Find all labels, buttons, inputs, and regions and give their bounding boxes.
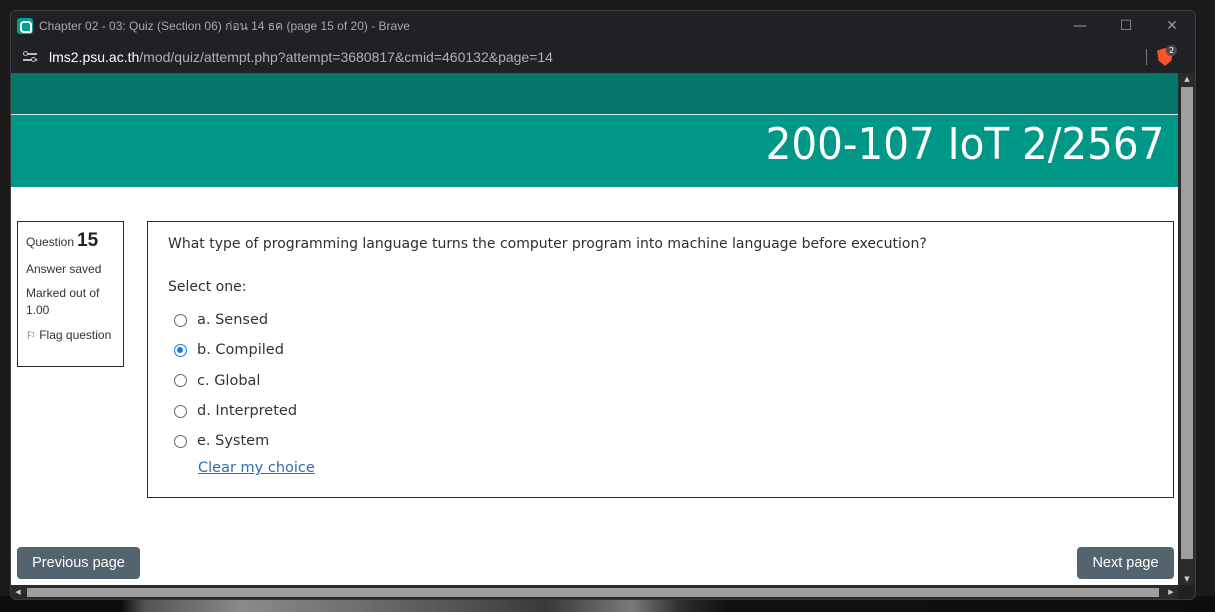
- site-settings-icon[interactable]: [23, 50, 37, 64]
- close-button[interactable]: ✕: [1149, 11, 1195, 41]
- radio-e[interactable]: [174, 434, 187, 448]
- page-viewport: 200-107 IoT 2/2567 Question 15 Answer sa…: [11, 73, 1178, 585]
- flag-label: Flag question: [39, 328, 112, 342]
- question-text: What type of programming language turns …: [168, 236, 927, 252]
- question-state: Answer saved: [26, 262, 102, 276]
- answer-option-c[interactable]: c. Global: [174, 366, 297, 396]
- flag-question-toggle[interactable]: ⚐ Flag question: [26, 327, 115, 345]
- page-header: 200-107 IoT 2/2567: [11, 115, 1178, 187]
- app-icon: [17, 18, 33, 34]
- title-bar: Chapter 02 - 03: Quiz (Section 06) ก่อน …: [11, 11, 1195, 41]
- answer-label[interactable]: d. Interpreted: [197, 403, 297, 419]
- answer-option-d[interactable]: d. Interpreted: [174, 396, 297, 426]
- question-number-line: Question 15: [26, 230, 115, 252]
- answer-list: a. Sensed b. Compiled c. Global d. Inter…: [174, 305, 297, 456]
- question-info-panel: Question 15 Answer saved Marked out of 1…: [17, 221, 124, 367]
- browser-window: Chapter 02 - 03: Quiz (Section 06) ก่อน …: [10, 10, 1196, 600]
- address-bar[interactable]: lms2.psu.ac.th/mod/quiz/attempt.php?atte…: [11, 41, 1195, 72]
- vertical-scrollbar[interactable]: ▲ ▼: [1178, 73, 1195, 585]
- clear-choice-link[interactable]: Clear my choice: [198, 460, 315, 476]
- minimize-button[interactable]: —: [1057, 11, 1103, 41]
- window-controls: — ☐ ✕: [1057, 11, 1195, 41]
- radio-d[interactable]: [174, 404, 187, 418]
- answer-label[interactable]: c. Global: [197, 373, 260, 389]
- next-page-button[interactable]: Next page: [1077, 547, 1174, 579]
- flag-icon: ⚐: [26, 330, 36, 342]
- previous-page-button[interactable]: Previous page: [17, 547, 140, 579]
- vertical-scroll-thumb[interactable]: [1181, 87, 1193, 559]
- window-title: Chapter 02 - 03: Quiz (Section 06) ก่อน …: [39, 18, 410, 33]
- question-label: Question: [26, 235, 75, 249]
- answer-prompt: Select one:: [168, 279, 247, 295]
- shields-count-badge: 2: [1166, 45, 1177, 56]
- course-title: 200-107 IoT 2/2567: [765, 119, 1164, 170]
- radio-c[interactable]: [174, 374, 187, 388]
- scroll-down-arrow-icon[interactable]: ▼: [1178, 573, 1195, 585]
- answer-option-b[interactable]: b. Compiled: [174, 335, 297, 365]
- url-host: lms2.psu.ac.th: [49, 48, 140, 65]
- question-content: What type of programming language turns …: [147, 221, 1174, 498]
- answer-label[interactable]: b. Compiled: [197, 342, 284, 358]
- scroll-up-arrow-icon[interactable]: ▲: [1178, 73, 1195, 85]
- radio-a[interactable]: [174, 313, 187, 327]
- answer-option-e[interactable]: e. System: [174, 426, 297, 456]
- horizontal-scrollbar[interactable]: ◀ ▶: [11, 585, 1178, 599]
- scroll-left-arrow-icon[interactable]: ◀: [11, 585, 25, 599]
- question-grade: Marked out of 1.00: [26, 286, 100, 317]
- maximize-button[interactable]: ☐: [1103, 11, 1149, 41]
- address-divider: [1146, 49, 1147, 65]
- question-number: 15: [77, 230, 99, 251]
- url-path: /mod/quiz/attempt.php?attempt=3680817&cm…: [139, 48, 553, 65]
- url-field[interactable]: lms2.psu.ac.th/mod/quiz/attempt.php?atte…: [49, 49, 553, 65]
- radio-b[interactable]: [174, 343, 187, 357]
- answer-label[interactable]: a. Sensed: [197, 312, 268, 328]
- scroll-right-arrow-icon[interactable]: ▶: [1164, 585, 1178, 599]
- answer-option-a[interactable]: a. Sensed: [174, 305, 297, 335]
- answer-label[interactable]: e. System: [197, 433, 269, 449]
- page-header-top: [11, 73, 1178, 114]
- horizontal-scroll-thumb[interactable]: [27, 588, 1159, 597]
